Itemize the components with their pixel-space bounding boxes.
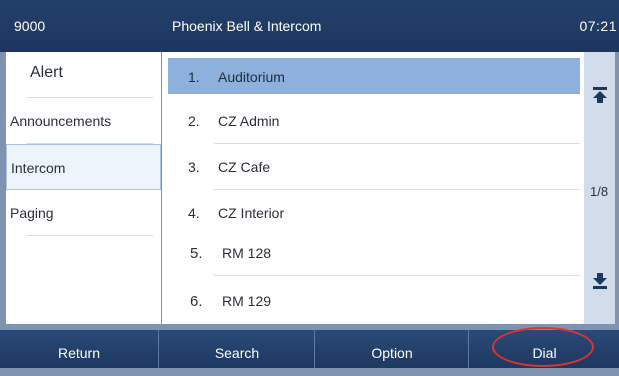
contact-number: 4. — [188, 205, 200, 221]
screen-title: Phoenix Bell & Intercom — [172, 18, 322, 34]
search-button[interactable]: Search — [158, 330, 315, 368]
menu-item-alert[interactable]: Alert — [6, 52, 161, 98]
contact-number: 3. — [188, 159, 200, 175]
return-button[interactable]: Return — [0, 330, 158, 368]
scroll-panel: 1/8 — [584, 52, 615, 324]
contact-row-auditorium[interactable]: 1. Auditorium — [168, 58, 580, 94]
menu-item-label: Announcements — [10, 113, 112, 129]
contact-name: RM 128 — [222, 245, 272, 261]
clock: 07:21 — [579, 18, 617, 34]
page-indicator: 1/8 — [590, 184, 609, 199]
contact-number: 2. — [188, 113, 200, 129]
contact-row-cz-cafe[interactable]: 3. CZ Cafe — [168, 144, 580, 190]
menu-item-intercom[interactable]: Intercom — [6, 144, 161, 190]
dial-highlight-circle — [492, 327, 594, 367]
contact-name: Auditorium — [218, 69, 285, 85]
menu-item-label: Alert — [30, 64, 63, 81]
menu-item-label: Intercom — [11, 160, 66, 176]
contact-number: 5. — [190, 245, 203, 262]
scroll-to-top-icon[interactable] — [592, 86, 608, 104]
contact-row-rm-128[interactable]: 5. RM 128 — [168, 230, 580, 276]
menu-item-announcements[interactable]: Announcements — [6, 98, 161, 144]
category-menu: Alert Announcements Intercom Paging — [6, 52, 161, 324]
contact-name: CZ Admin — [218, 113, 280, 129]
contact-name: CZ Interior — [218, 205, 285, 221]
scroll-to-bottom-icon[interactable] — [592, 272, 608, 290]
line-id: 9000 — [14, 18, 46, 34]
contact-list: 1. Auditorium 2. CZ Admin 3. CZ Cafe 4. … — [162, 52, 584, 324]
divider — [26, 235, 153, 236]
status-bar: 9000 Phoenix Bell & Intercom 07:21 — [0, 0, 619, 52]
menu-item-label: Paging — [10, 205, 54, 221]
contact-row-cz-admin[interactable]: 2. CZ Admin — [168, 98, 580, 144]
option-button[interactable]: Option — [314, 330, 469, 368]
divider — [214, 275, 580, 276]
contact-row-rm-129[interactable]: 6. RM 129 — [168, 278, 580, 324]
menu-item-paging[interactable]: Paging — [6, 190, 161, 236]
contact-number: 6. — [190, 293, 203, 310]
contact-name: CZ Cafe — [218, 159, 271, 175]
contact-number: 1. — [188, 69, 200, 85]
contact-name: RM 129 — [222, 293, 272, 309]
